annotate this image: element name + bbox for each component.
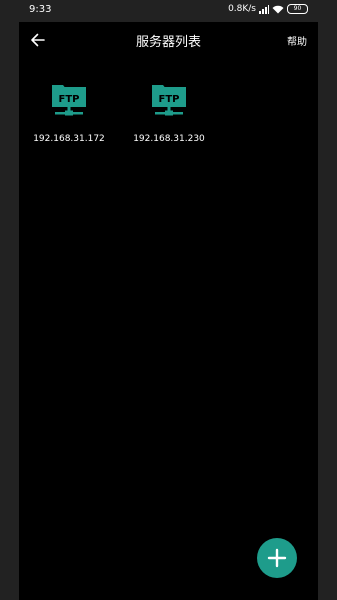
page-title: 服务器列表: [135, 35, 201, 50]
help-button[interactable]: 帮助: [287, 33, 307, 48]
plus-icon: [267, 548, 287, 568]
server-item[interactable]: FTP 192.168.31.172: [19, 78, 119, 150]
status-indicators: 0.8K/s 90: [228, 4, 308, 14]
network-speed: 0.8K/s: [228, 4, 256, 14]
right-bezel: [318, 0, 337, 600]
ftp-icon-text: FTP: [59, 94, 80, 105]
signal-icon: [259, 4, 269, 14]
back-button[interactable]: [27, 29, 49, 51]
arrow-left-icon: [31, 33, 45, 47]
wifi-icon: [272, 5, 284, 13]
ftp-server-icon: FTP: [152, 85, 186, 116]
ftp-server-icon: FTP: [52, 85, 86, 116]
app-bar: 服务器列表 帮助: [19, 22, 318, 58]
left-bezel: [0, 0, 19, 600]
server-address: 192.168.31.172: [33, 134, 105, 144]
add-server-button[interactable]: [257, 538, 297, 578]
battery-icon: 90: [287, 4, 308, 14]
server-item[interactable]: FTP 192.168.31.230: [119, 78, 219, 150]
server-address: 192.168.31.230: [133, 134, 205, 144]
status-bar: 9:33 0.8K/s 90: [0, 0, 337, 22]
status-time: 9:33: [29, 4, 52, 15]
ftp-icon-text: FTP: [159, 94, 180, 105]
